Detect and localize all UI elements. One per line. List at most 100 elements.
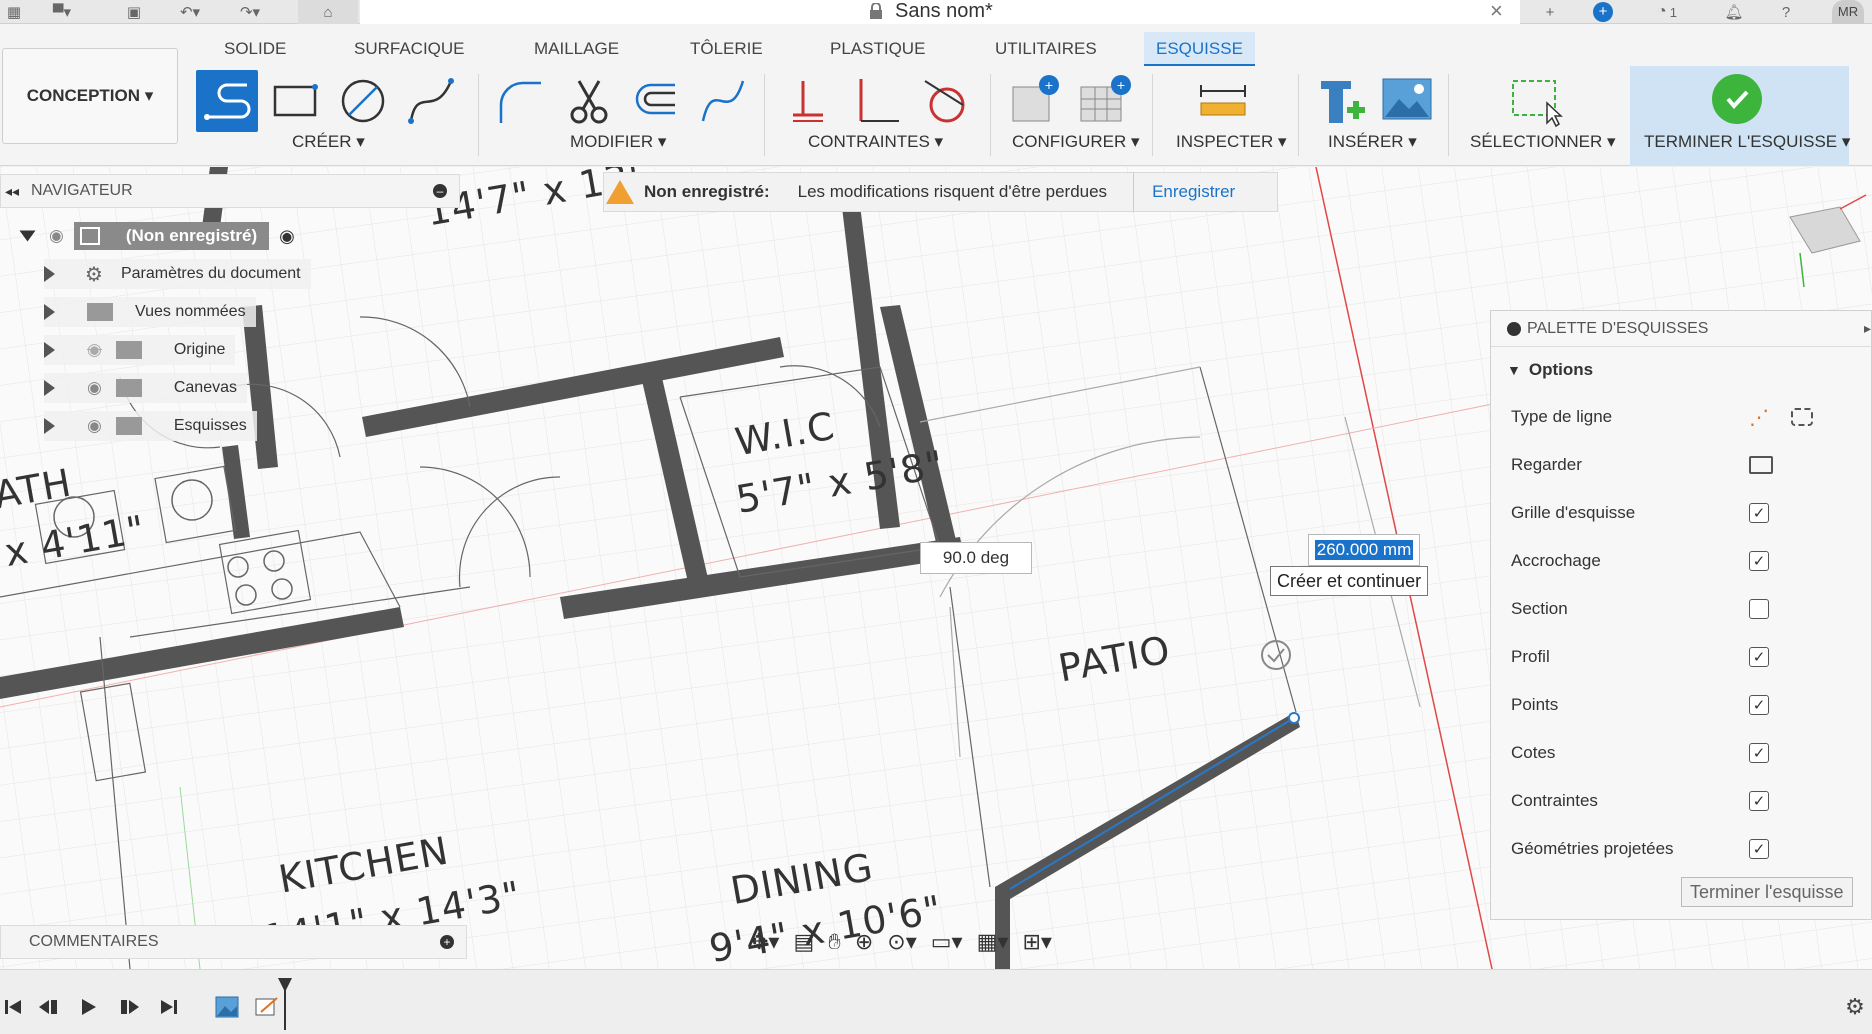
look-at-icon[interactable]: ▤ (793, 929, 814, 955)
job-status-icon[interactable]: ◔ 1 (1644, 0, 1690, 24)
undo-icon[interactable]: ↶▾ (176, 0, 204, 24)
display-settings-icon[interactable]: ▭▾ (931, 929, 963, 955)
extensions-icon[interactable]: + (1588, 0, 1618, 24)
finish-group-label[interactable]: TERMINER L'ESQUISSE ▾ (1644, 132, 1850, 152)
construction-line-icon[interactable]: ⋰ (1749, 405, 1769, 430)
measure-button[interactable] (1192, 70, 1254, 132)
constraints-checkbox[interactable]: ✓ (1749, 791, 1769, 811)
circle-tool-button[interactable] (332, 70, 394, 132)
tangent-constraint-button[interactable] (914, 70, 976, 132)
configure-group-label[interactable]: CONFIGURER ▾ (1012, 132, 1140, 152)
create-group-label[interactable]: CRÉER ▾ (292, 132, 365, 152)
activate-radio-icon[interactable]: ◉ (279, 226, 295, 247)
timeline-settings-gear-icon[interactable]: ⚙ (1842, 994, 1868, 1020)
collapse-triangle-icon[interactable] (19, 230, 36, 242)
section-checkbox[interactable] (1749, 599, 1769, 619)
new-tab-icon[interactable]: + (1534, 0, 1566, 24)
projected-geometries-checkbox[interactable]: ✓ (1749, 839, 1769, 859)
comments-panel-header[interactable]: COMMENTAIRES + (0, 925, 467, 959)
collapse-panel-icon[interactable]: ◂◂ (5, 183, 19, 200)
tab-utilitaires[interactable]: UTILITAIRES (983, 36, 1109, 62)
expand-triangle-icon[interactable] (44, 418, 55, 434)
select-button[interactable] (1504, 70, 1566, 132)
look-at-icon[interactable] (1749, 456, 1773, 474)
fit-icon[interactable]: ⊙▾ (887, 929, 916, 955)
workspace-switcher-button[interactable]: CONCEPTION ▾ (2, 48, 178, 144)
save-link[interactable]: Enregistrer (1133, 172, 1235, 212)
parameters-button[interactable]: + (1004, 70, 1066, 132)
navigator-item-named-views[interactable]: Vues nommées (44, 297, 256, 327)
collapse-palette-icon[interactable] (1507, 321, 1521, 336)
table-config-button[interactable]: + (1074, 70, 1136, 132)
options-section-header[interactable]: ▼ Options (1491, 347, 1871, 393)
navigator-item-canvases[interactable]: ◉ Canevas (44, 373, 247, 403)
rectangle-tool-button[interactable] (264, 70, 326, 132)
expand-palette-icon[interactable]: ▸ (1864, 320, 1871, 337)
offset-tool-button[interactable] (624, 70, 686, 132)
insert-canvas-button[interactable] (1376, 70, 1438, 132)
navigator-item-origin[interactable]: ◉ Origine (44, 335, 236, 365)
go-to-start-icon[interactable] (0, 994, 26, 1020)
fillet-tool-button[interactable] (488, 70, 550, 132)
expand-triangle-icon[interactable] (44, 304, 55, 320)
zoom-icon[interactable]: ⊕ (855, 929, 873, 955)
orbit-icon[interactable]: ✥▾ (750, 929, 779, 955)
tab-esquisse[interactable]: ESQUISSE (1144, 32, 1255, 66)
dimensions-checkbox[interactable]: ✓ (1749, 743, 1769, 763)
navigator-item-document-settings[interactable]: ⚙ Paramètres du document (44, 259, 311, 289)
home-icon[interactable]: ⌂ (298, 0, 358, 24)
insert-component-button[interactable] (1310, 70, 1372, 132)
sketch-feature-icon[interactable] (254, 994, 280, 1020)
eye-hidden-icon[interactable]: ◉ (87, 340, 102, 360)
navigator-root-row[interactable]: ◉ (Non enregistré) ◉ (19, 221, 305, 251)
spline-tool-button[interactable] (400, 70, 462, 132)
close-tab-icon[interactable]: × (1490, 0, 1503, 22)
viewports-icon[interactable]: ⊞▾ (1022, 929, 1051, 955)
tab-surfacique[interactable]: SURFACIQUE (342, 36, 477, 62)
tab-plastique[interactable]: PLASTIQUE (818, 36, 937, 62)
expand-triangle-icon[interactable] (44, 342, 55, 358)
redo-icon[interactable]: ↷▾ (236, 0, 264, 24)
expand-triangle-icon[interactable] (44, 266, 55, 282)
play-icon[interactable] (76, 994, 102, 1020)
trim-tool-button[interactable] (558, 70, 620, 132)
modify-group-label[interactable]: MODIFIER ▾ (570, 132, 666, 152)
browser-navigator-header[interactable]: ◂◂ NAVIGATEUR – (0, 174, 460, 208)
perpendicular-constraint-button[interactable] (846, 70, 908, 132)
length-input[interactable]: 260.000 mm (1308, 534, 1420, 566)
tab-solide[interactable]: SOLIDE (212, 36, 298, 62)
insert-group-label[interactable]: INSÉRER ▾ (1328, 132, 1417, 152)
save-icon[interactable]: ▣ (120, 0, 148, 24)
curve-tool-button[interactable] (692, 70, 754, 132)
canvas-feature-icon[interactable] (214, 994, 240, 1020)
grid-menu-icon[interactable]: ▦ (0, 0, 28, 24)
constraints-group-label[interactable]: CONTRAINTES ▾ (808, 132, 943, 152)
inspect-group-label[interactable]: INSPECTER ▾ (1176, 132, 1287, 152)
add-comment-icon[interactable]: + (440, 935, 454, 949)
coincident-constraint-button[interactable] (778, 70, 840, 132)
grid-settings-icon[interactable]: ▦▾ (977, 929, 1009, 955)
pan-hand-icon[interactable]: ✋︎ (828, 929, 841, 955)
eye-icon[interactable]: ◉ (87, 416, 102, 436)
navigator-root-label[interactable]: (Non enregistré) (73, 222, 270, 250)
palette-finish-sketch-button[interactable]: Terminer l'esquisse (1681, 877, 1853, 907)
line-tool-button[interactable] (196, 70, 258, 132)
user-avatar[interactable]: MR (1830, 0, 1866, 24)
profile-checkbox[interactable]: ✓ (1749, 647, 1769, 667)
navigator-item-sketches[interactable]: ◉ Esquisses (44, 411, 257, 441)
step-forward-icon[interactable] (116, 994, 142, 1020)
snap-checkbox[interactable]: ✓ (1749, 551, 1769, 571)
eye-icon[interactable]: ◉ (87, 378, 102, 398)
bell-icon[interactable]: 🔔︎ (1720, 0, 1748, 24)
go-to-end-icon[interactable] (156, 994, 182, 1020)
select-group-label[interactable]: SÉLECTIONNER ▾ (1470, 132, 1616, 152)
help-icon[interactable]: ? (1772, 0, 1800, 24)
centerline-icon[interactable] (1791, 408, 1813, 426)
tab-maillage[interactable]: MAILLAGE (522, 36, 631, 62)
points-checkbox[interactable]: ✓ (1749, 695, 1769, 715)
expand-triangle-icon[interactable] (44, 380, 55, 396)
minimize-panel-icon[interactable]: – (433, 184, 447, 198)
angle-input[interactable]: 90.0 deg (920, 542, 1032, 574)
palette-header[interactable]: PALETTE D'ESQUISSES ▸ (1491, 311, 1871, 347)
step-back-icon[interactable] (36, 994, 62, 1020)
